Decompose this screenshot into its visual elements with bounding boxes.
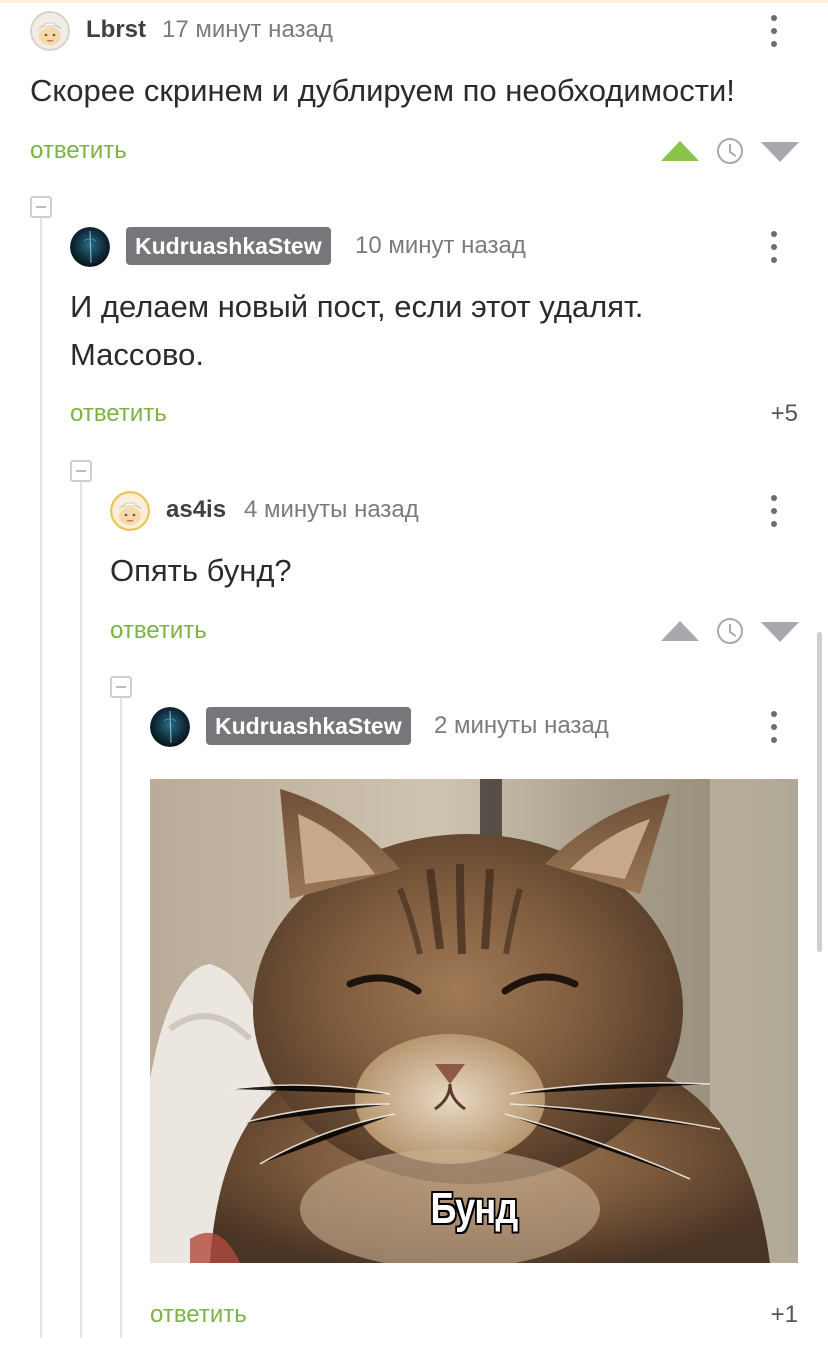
upvote-icon[interactable] — [661, 141, 699, 161]
comment-text: Скорее скринем и дублируем по необходимо… — [30, 73, 735, 108]
reply-link[interactable]: ответить — [30, 136, 127, 166]
comment-score: +5 — [770, 400, 798, 427]
thread-line-level2 — [80, 482, 82, 1338]
collapse-thread-button[interactable] — [110, 676, 132, 698]
avatar[interactable] — [30, 11, 70, 51]
comment-text-line: Массово. — [70, 337, 204, 372]
more-vertical-icon[interactable] — [764, 13, 784, 49]
username-badge[interactable]: KudruashkaStew — [206, 707, 411, 745]
clock-icon[interactable] — [717, 138, 743, 164]
thread-line-level1 — [40, 218, 42, 1338]
thread-line-level3 — [120, 698, 122, 1338]
username-badge[interactable]: KudruashkaStew — [126, 227, 331, 265]
avatar[interactable] — [110, 491, 150, 531]
more-vertical-icon[interactable] — [764, 493, 784, 529]
reply-link[interactable]: ответить — [110, 616, 207, 646]
avatar[interactable] — [70, 227, 110, 267]
comment-image[interactable]: Бунд — [150, 779, 798, 1263]
collapse-thread-button[interactable] — [70, 460, 92, 482]
comment-time: 2 минуты назад — [434, 712, 609, 739]
downvote-icon[interactable] — [761, 622, 799, 642]
clock-icon[interactable] — [717, 618, 743, 644]
comment-time: 4 минуты назад — [244, 496, 419, 523]
reply-link[interactable]: ответить — [150, 1300, 247, 1330]
comment-time: 17 минут назад — [162, 16, 333, 43]
upvote-icon[interactable] — [661, 621, 699, 641]
default-avatar-icon — [110, 491, 150, 531]
dark-avatar-icon — [150, 707, 190, 747]
username[interactable]: Lbrst — [86, 15, 146, 45]
avatar[interactable] — [150, 707, 190, 747]
username[interactable]: as4is — [166, 495, 226, 525]
image-caption: Бунд — [430, 1184, 519, 1233]
scrollbar[interactable] — [817, 632, 822, 952]
more-vertical-icon[interactable] — [764, 229, 784, 265]
dark-avatar-icon — [70, 227, 110, 267]
comment-text-line: И делаем новый пост, если этот удалят. — [70, 289, 644, 324]
comment-text: Опять бунд? — [110, 553, 292, 588]
comment-time: 10 минут назад — [355, 232, 526, 259]
collapse-thread-button[interactable] — [30, 196, 52, 218]
reply-link[interactable]: ответить — [70, 399, 167, 429]
top-divider — [0, 0, 828, 3]
downvote-icon[interactable] — [761, 142, 799, 162]
comment-score: +1 — [770, 1301, 798, 1328]
more-vertical-icon[interactable] — [764, 709, 784, 745]
default-avatar-icon — [30, 11, 70, 51]
